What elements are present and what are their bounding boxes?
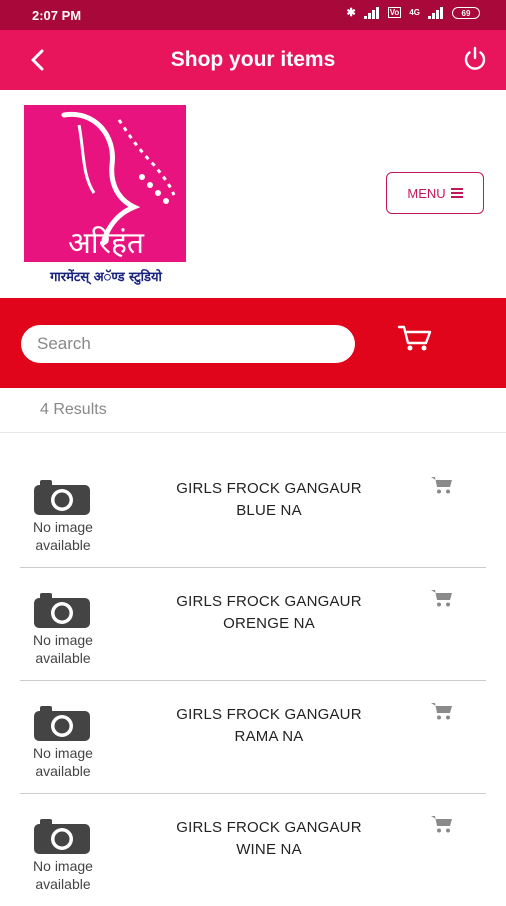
cart-icon[interactable] xyxy=(396,323,434,353)
status-bar: 2:07 PM ✱ Vo 4G 69 xyxy=(0,0,506,30)
camera-icon xyxy=(34,706,90,741)
product-item[interactable]: No image available GIRLS FROCK GANGAUR BLU… xyxy=(20,455,486,568)
product-list: No image available GIRLS FROCK GANGAUR BLU… xyxy=(20,455,486,906)
signal-icon-2 xyxy=(428,6,444,19)
camera-icon xyxy=(34,819,90,854)
bluetooth-icon: ✱ xyxy=(346,7,356,19)
product-name[interactable]: GIRLS FROCK GANGAUR RAMA NA xyxy=(150,704,388,748)
power-icon[interactable] xyxy=(460,44,490,74)
logo-subtext: गारमेंटस् अॅण्ड स्टुडियो xyxy=(49,269,162,285)
results-count-row: 4 Results xyxy=(0,388,506,433)
camera-icon xyxy=(34,593,90,628)
signal-icon xyxy=(363,6,380,19)
logo-text: अरिहंत xyxy=(68,226,145,261)
product-item[interactable]: No image available GIRLS FROCK GANGAUR ORE… xyxy=(20,568,486,681)
add-to-cart-icon[interactable] xyxy=(430,814,454,834)
volte-icon: Vo xyxy=(387,7,402,18)
search-bar xyxy=(0,298,506,388)
menu-button[interactable]: MENU xyxy=(386,172,484,214)
status-time: 2:07 PM xyxy=(32,8,82,23)
brand-header: अरिहंत गारमेंटस् अॅण्ड स्टुडियो MENU xyxy=(0,90,506,298)
no-image-label: No image available xyxy=(33,632,93,666)
no-image-label: No image available xyxy=(33,858,93,892)
brand-logo[interactable]: अरिहंत गारमेंटस् अॅण्ड स्टुडियो xyxy=(24,105,188,285)
product-name[interactable]: GIRLS FROCK GANGAUR ORENGE NA xyxy=(150,591,388,635)
search-input[interactable] xyxy=(21,325,355,363)
product-name[interactable]: GIRLS FROCK GANGAUR WINE NA xyxy=(150,817,388,861)
results-count: 4 Results xyxy=(40,401,107,418)
product-item[interactable]: No image available GIRLS FROCK GANGAUR WIN… xyxy=(20,794,486,906)
app-bar: Shop your items xyxy=(0,30,506,90)
page-title: Shop your items xyxy=(170,48,336,71)
add-to-cart-icon[interactable] xyxy=(430,475,454,495)
menu-label: MENU xyxy=(407,185,446,201)
camera-icon xyxy=(34,480,90,515)
battery-icon: 69 xyxy=(452,6,480,19)
add-to-cart-icon[interactable] xyxy=(430,588,454,608)
add-to-cart-icon[interactable] xyxy=(430,701,454,721)
no-image-label: No image available xyxy=(33,745,93,779)
status-icons: ✱ Vo 4G 69 xyxy=(346,6,480,19)
no-image-label: No image available xyxy=(33,519,93,553)
product-item[interactable]: No image available GIRLS FROCK GANGAUR RAM… xyxy=(20,681,486,794)
menu-icon xyxy=(450,188,463,198)
product-name[interactable]: GIRLS FROCK GANGAUR BLUE NA xyxy=(150,478,388,522)
network-label: 4G xyxy=(409,8,420,17)
